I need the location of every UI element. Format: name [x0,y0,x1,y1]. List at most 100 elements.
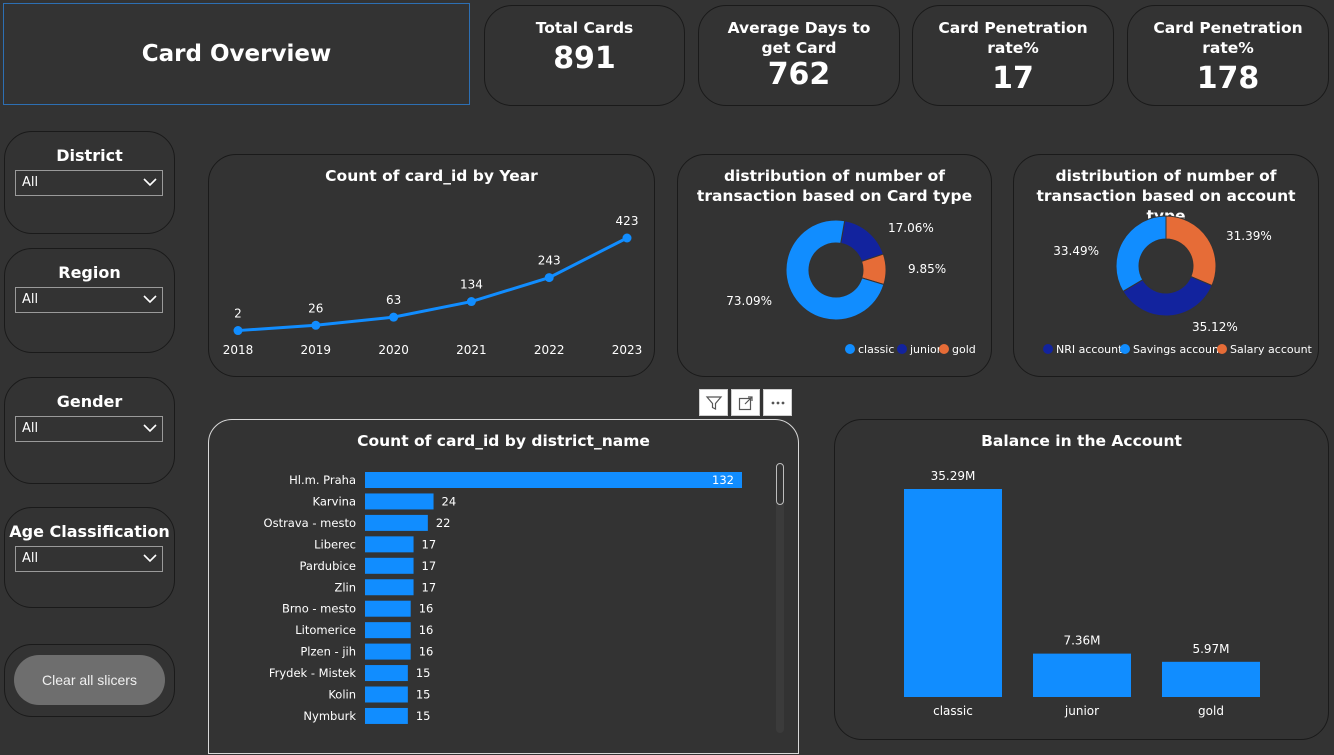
clear-all-slicers-button[interactable]: Clear all slicers [14,655,165,705]
legend-label: classic [858,343,894,356]
chevron-down-icon [143,295,157,304]
dropdown-value: All [22,551,39,566]
x-tick-label: classic [933,704,973,718]
kpi-value: 891 [553,41,616,76]
data-label: 17 [422,580,437,594]
x-tick-label: 2023 [612,343,643,357]
data-label: 5.97M [1192,642,1229,656]
scrollbar-thumb[interactable] [776,463,784,505]
region-dropdown[interactable]: All [15,287,163,313]
district-bar-chart: Hl.m. Praha 132 Karvina 24 Ostrava - mesto 22… [264,472,742,724]
bar [365,600,411,617]
gender-dropdown[interactable]: All [15,416,163,442]
page-title: Card Overview [141,41,332,67]
category-label: Karvina [313,494,356,508]
bar [365,707,408,724]
data-label: 33.49% [1053,244,1099,258]
line-chart: 2 2018 26 2019 63 2020 134 2021 243 2022 423 2023 [223,214,643,357]
data-label: 24 [442,494,457,508]
legend-label: junior [909,343,942,356]
x-tick-label: 2022 [534,343,565,357]
data-label: 9.85% [908,262,946,276]
focus-mode-button[interactable] [731,389,760,416]
donut-slice [1165,215,1217,287]
chevron-down-icon [143,178,157,187]
line-point [544,273,554,283]
slicer-region: Region All [4,248,175,353]
legend-label: NRI account [1056,343,1123,356]
kpi-label: Card Penetration rate% [938,19,1088,57]
slicer-label: Region [58,263,121,282]
line-point [622,233,632,243]
filter-icon [705,395,722,410]
line-point [311,320,321,330]
data-label: 31.39% [1226,229,1272,243]
data-label: 73.09% [726,294,772,308]
scrollbar[interactable] [776,463,784,733]
legend-marker [1217,344,1227,354]
line-series [237,236,628,333]
data-label: 35.12% [1192,320,1238,334]
category-label: Plzen - jih [300,645,356,659]
district-dropdown[interactable]: All [15,170,163,196]
data-label: 7.36M [1063,634,1100,648]
data-label: 17 [422,537,437,551]
x-tick-label: 2020 [378,343,409,357]
data-label: 17 [422,559,437,573]
category-label: Nymburk [303,709,356,723]
bar [365,493,434,510]
data-label: 17.06% [888,221,934,235]
visual-header-toolbar [699,389,792,416]
data-label: 16 [419,602,434,616]
x-tick-label: junior [1064,704,1099,718]
kpi-label: Card Penetration rate% [1153,19,1303,57]
focus-mode-icon [738,395,753,410]
data-label: 63 [386,293,401,307]
line-point [389,312,399,322]
chevron-down-icon [143,554,157,563]
kpi-label: Total Cards [535,19,634,37]
line-chart-card: Count of card_id by Year 2 2018 26 2019 63 20… [208,154,655,377]
bar [904,489,1002,697]
legend-marker [1043,344,1053,354]
legend-label: Savings account [1133,343,1224,356]
data-label: 2 [234,307,242,321]
donut-chart-account-type: 31.39% 35.12% 33.49% NRI account Savings acc… [1043,215,1313,356]
legend-label: gold [952,343,976,356]
data-label: 15 [416,709,431,723]
report-title-box: Card Overview [3,3,470,105]
x-tick-label: 2021 [456,343,487,357]
donut-chart-card-type: 17.06% 9.85% 73.09% classic junior gold [726,219,976,356]
kpi-value: 17 [992,61,1034,96]
line-point [233,326,243,336]
data-label: 423 [616,214,639,228]
filter-button[interactable] [699,389,728,416]
donut-card-account-type: distribution of number of transaction ba… [1013,154,1319,377]
legend-marker [1120,344,1130,354]
bar [1033,653,1131,697]
data-label: 15 [416,688,431,702]
x-tick-label: gold [1198,704,1224,718]
line-point [466,297,476,307]
balance-bar-chart: 35.29M classic 7.36M junior 5.97M gold [904,469,1260,718]
category-label: Pardubice [300,559,356,573]
balance-bar-chart-card: Balance in the Account 35.29M classic 7.36… [834,419,1329,740]
legend-marker [939,344,949,354]
data-label: 26 [308,301,323,315]
bar [365,579,414,596]
data-label: 243 [538,254,561,268]
age-classification-dropdown[interactable]: All [15,546,163,572]
more-options-button[interactable] [763,389,792,416]
dropdown-value: All [22,292,39,307]
category-label: Zlin [334,580,356,594]
x-tick-label: 2018 [223,343,254,357]
slicer-gender: Gender All [4,377,175,484]
slicer-label: Age Classification [9,522,170,541]
data-label: 16 [419,645,434,659]
data-label: 35.29M [931,469,976,483]
dropdown-value: All [22,421,39,436]
kpi-card-penetration-rate-1: Card Penetration rate% 17 [912,5,1114,106]
bar [365,472,742,488]
dropdown-value: All [22,175,39,190]
district-bar-chart-card: Count of card_id by district_name Hl.m. … [208,419,799,754]
